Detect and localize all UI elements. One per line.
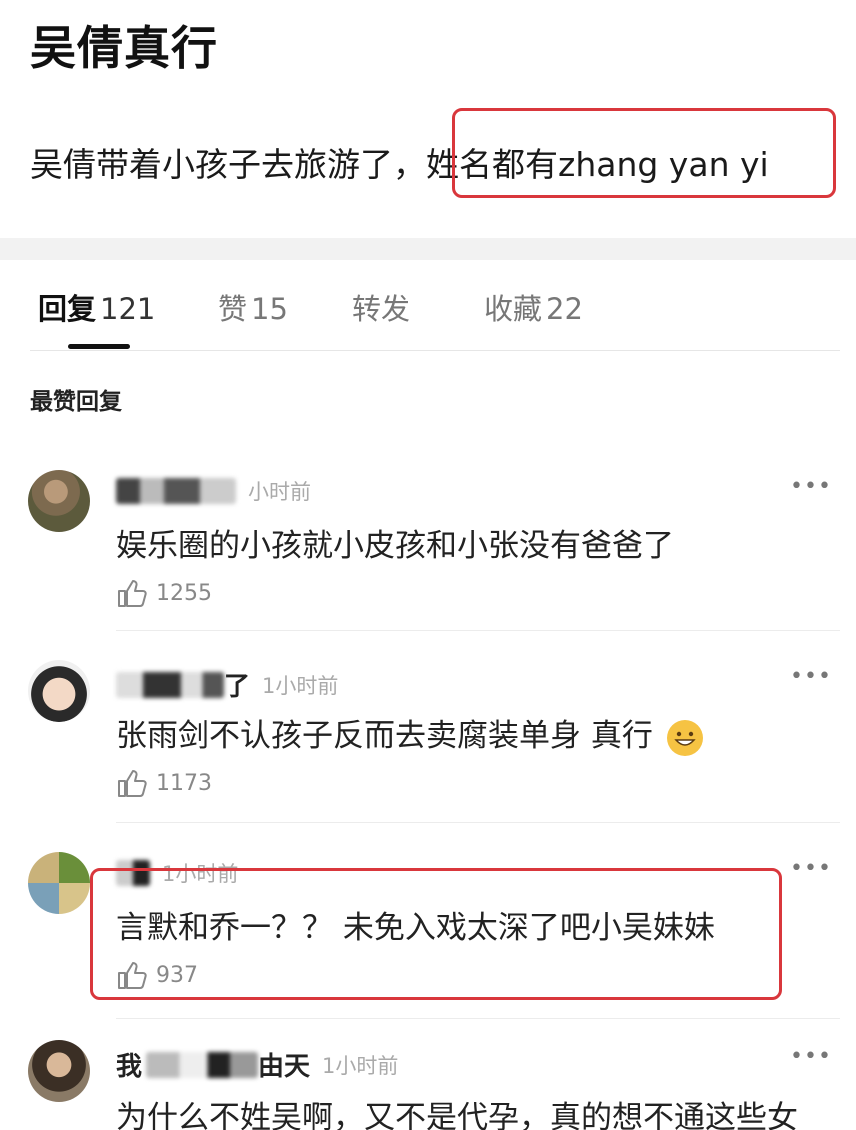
avatar[interactable]: [28, 1040, 90, 1102]
comment-author[interactable]: 了: [224, 666, 250, 703]
tabs-divider: [30, 350, 840, 351]
tab-favorites-label: 收藏: [484, 292, 543, 326]
highlight-box-post: [452, 108, 836, 198]
comment-author-line: 小时前: [116, 476, 311, 506]
more-dots-icon[interactable]: •••: [790, 474, 832, 499]
post-text-before: 吴倩带着小孩子去旅游了，: [30, 145, 426, 184]
blurred-username[interactable]: [146, 1051, 259, 1078]
comment-text: 为什么不姓吴啊，又不是代孕，真的想不通这些女: [116, 1100, 798, 1130]
comment-author-line: 我 由天 1小时前: [116, 1046, 398, 1083]
comment-author-prefix[interactable]: 我: [116, 1046, 142, 1083]
blurred-username[interactable]: [116, 478, 236, 504]
tab-replies-label: 回复: [38, 292, 97, 326]
tab-reposts[interactable]: 转发: [352, 286, 414, 328]
tab-replies[interactable]: 回复 121: [38, 286, 155, 328]
active-tab-indicator: [68, 344, 130, 349]
tab-likes[interactable]: 赞 15: [218, 286, 288, 328]
section-divider: [0, 238, 856, 260]
grinning-emoji-icon: [666, 719, 703, 756]
comment-author-line: 了 1小时前: [116, 666, 338, 703]
like-button[interactable]: 1255: [116, 578, 212, 608]
comment-time: 1小时前: [262, 673, 339, 698]
avatar[interactable]: [28, 470, 90, 532]
comment-divider: [116, 822, 840, 823]
thumbs-up-icon: [118, 580, 147, 607]
section-label: 最赞回复: [30, 389, 122, 415]
comment-time: 小时前: [248, 480, 311, 504]
like-count: 1173: [156, 770, 212, 796]
thumbs-up-icon: [118, 770, 147, 797]
comment-author[interactable]: 由天: [258, 1046, 310, 1083]
tab-bar: 回复 121 赞 15 转发 收藏 22: [0, 278, 856, 349]
like-count: 1255: [156, 580, 212, 606]
comment-time: 1小时前: [322, 1053, 399, 1078]
avatar[interactable]: [28, 852, 90, 914]
more-dots-icon[interactable]: •••: [790, 1044, 832, 1069]
tab-likes-count: 15: [251, 292, 288, 326]
more-dots-icon[interactable]: •••: [790, 664, 832, 689]
tab-likes-label: 赞: [218, 292, 248, 326]
comment-text: 张雨剑不认孩子反而去卖腐装单身 真行: [116, 718, 653, 754]
highlight-box-comment: [90, 868, 782, 1000]
comment-divider: [116, 1018, 840, 1019]
tab-replies-count: 121: [100, 292, 156, 326]
tab-favorites-count: 22: [546, 292, 583, 326]
comment-text: 娱乐圈的小孩就小皮孩和小张没有爸爸了: [116, 528, 674, 564]
tab-favorites[interactable]: 收藏 22: [484, 286, 583, 328]
like-button[interactable]: 1173: [116, 768, 212, 798]
avatar[interactable]: [28, 660, 90, 722]
blurred-username[interactable]: [116, 671, 224, 698]
comment-divider: [116, 630, 840, 631]
more-dots-icon[interactable]: •••: [790, 856, 832, 881]
post-title: 吴倩真行: [30, 21, 218, 75]
comment-text-wrap: 张雨剑不认孩子反而去卖腐装单身 真行: [116, 710, 703, 756]
tab-reposts-label: 转发: [352, 292, 411, 326]
